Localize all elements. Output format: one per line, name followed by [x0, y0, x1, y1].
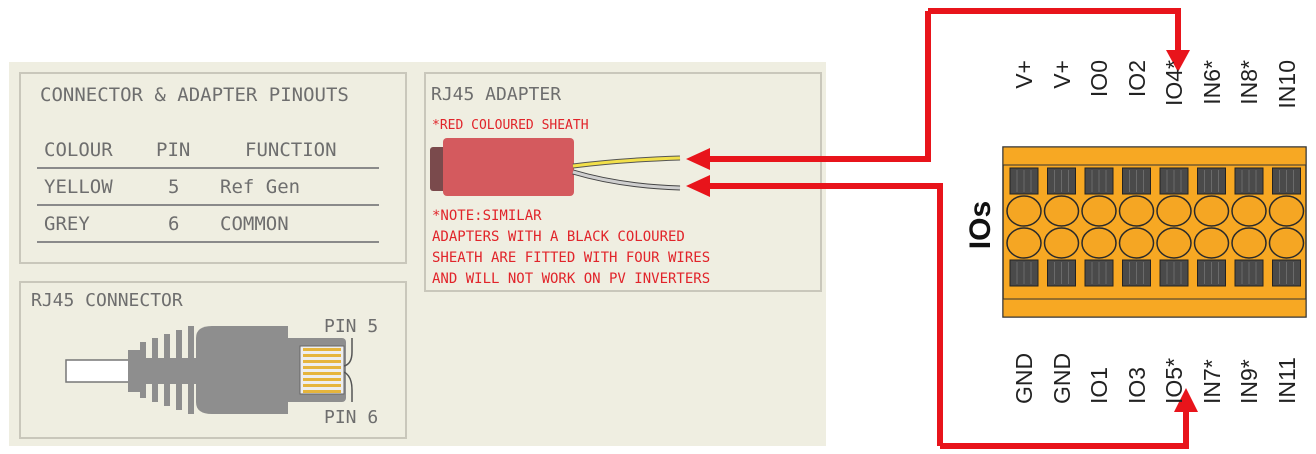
io-terminal-block — [1002, 146, 1307, 318]
io-top-label-8: IN10 — [1273, 60, 1300, 109]
arrowhead-grey — [686, 175, 710, 197]
arrow-grey-wire — [706, 183, 943, 446]
io-top-label-4: IO2 — [1123, 60, 1150, 98]
io-bottom-label-5: IO5* — [1161, 357, 1187, 404]
io-bottom-label-4: IO3 — [1123, 366, 1150, 404]
arrowhead-yellow — [686, 148, 710, 170]
io-bottom-label-6: IN7* — [1198, 359, 1225, 404]
arrow-grey-to-io5 — [940, 410, 1189, 449]
io-top-label-7: IN8* — [1236, 60, 1262, 105]
io-bottom-label-1: GND — [1011, 352, 1037, 404]
io-top-label-1: V+ — [1011, 60, 1037, 89]
io-top-label-2: V+ — [1048, 60, 1075, 89]
rj45-adapter-drawing — [430, 138, 681, 196]
io-bottom-label-7: IN9* — [1236, 359, 1262, 404]
io-top-label-6: IN6* — [1198, 60, 1225, 105]
io-top-label-5: IO4* — [1161, 60, 1187, 107]
arrow-yellow-to-io4 — [928, 8, 1181, 52]
diagram-graphics — [65, 8, 1307, 449]
rj45-connector-drawing — [65, 326, 353, 414]
io-bottom-label-8: IN11 — [1273, 357, 1300, 404]
ios-title: IOs — [964, 200, 997, 250]
io-bottom-label-3: IO1 — [1086, 366, 1112, 404]
io-bottom-label-2: GND — [1048, 352, 1075, 404]
arrow-yellow-wire — [706, 11, 931, 162]
io-top-label-3: IO0 — [1086, 60, 1112, 98]
